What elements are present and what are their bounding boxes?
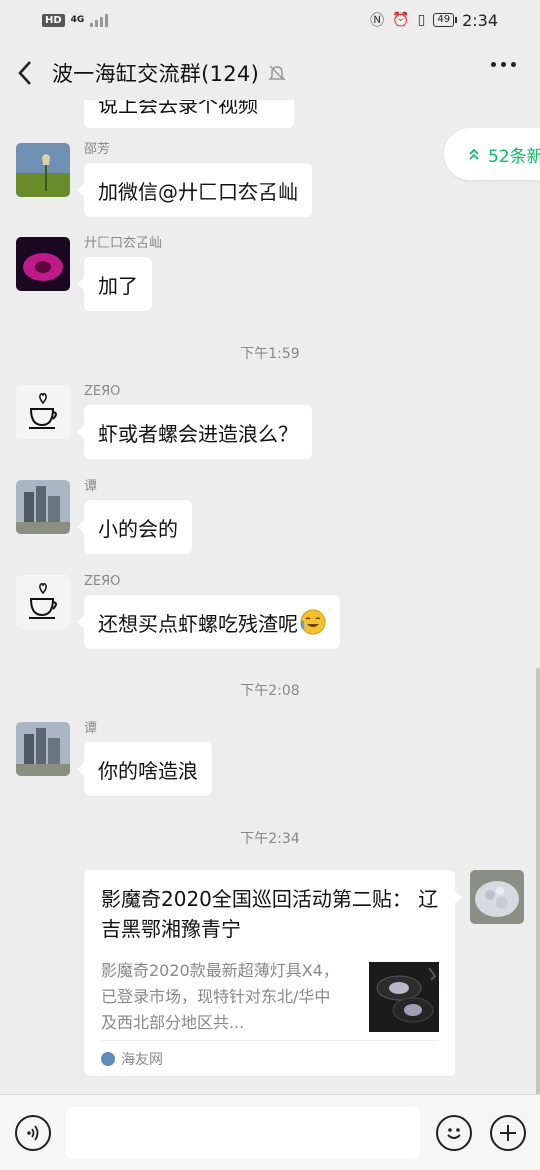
- battery-icon: 49: [433, 13, 457, 27]
- signal-icon: [90, 13, 109, 27]
- emoji-button[interactable]: [436, 1115, 472, 1151]
- message-text: 还想买点虾螺吃残渣呢: [98, 611, 298, 636]
- sender-name: 谭: [84, 721, 98, 736]
- chat-header: 波一海缸交流群(124): [0, 44, 540, 102]
- link-card-footer: 海友网: [101, 1040, 439, 1076]
- message-row: 谭 你的啥造浪: [16, 722, 212, 796]
- avatar[interactable]: [16, 237, 70, 291]
- back-icon: [18, 61, 31, 85]
- link-card[interactable]: 影魔奇2020全国巡回活动第二贴： 辽吉黑鄂湘豫青宁 影魔奇2020款最新超薄灯…: [84, 870, 462, 1076]
- message-bubble[interactable]: 你的啥造浪: [77, 742, 212, 796]
- partial-message-bubble[interactable]: 说上会去录个视频: [84, 100, 294, 128]
- sender-name: 廾匚口厺叾屾: [84, 236, 163, 251]
- emoji-icon: [447, 1128, 461, 1139]
- scrollbar[interactable]: [536, 668, 540, 1096]
- hd-icon: HD: [42, 13, 65, 27]
- chat-title: 波一海缸交流群(124): [52, 62, 260, 86]
- vibrate-icon: ▯: [417, 12, 426, 28]
- more-button[interactable]: [491, 62, 516, 67]
- message-bubble[interactable]: 还想买点虾螺吃残渣呢: [77, 595, 340, 649]
- message-row: ZEЯO 虾或者螺会进造浪么？: [16, 385, 312, 459]
- self-avatar[interactable]: [470, 870, 524, 924]
- source-logo-icon: [101, 1051, 115, 1066]
- back-button[interactable]: [0, 44, 52, 102]
- avatar[interactable]: [16, 722, 70, 776]
- message-bubble[interactable]: 加微信@廾匚口厺叾屾: [77, 163, 312, 217]
- link-card-source: 海友网: [121, 1051, 163, 1068]
- plus-icon: [500, 1125, 516, 1141]
- sender-name: ZEЯO: [84, 384, 121, 399]
- message-row: ZEЯO 还想买点虾螺吃残渣呢: [16, 575, 340, 649]
- timestamp: 下午2:34: [240, 831, 300, 847]
- voice-icon: [27, 1125, 39, 1141]
- network-type: 4G: [70, 15, 85, 25]
- avatar[interactable]: [16, 143, 70, 197]
- link-card-message: 影魔奇2020全国巡回活动第二贴： 辽吉黑鄂湘豫青宁 影魔奇2020款最新超薄灯…: [84, 870, 462, 1076]
- message-bubble[interactable]: 小的会的: [77, 500, 192, 554]
- partial-message-text: 说上会去录个视频: [98, 100, 258, 117]
- link-card-thumbnail: [369, 962, 439, 1032]
- message-row: 谭 小的会的: [16, 480, 192, 554]
- link-card-title: 影魔奇2020全国巡回活动第二贴： 辽吉黑鄂湘豫青宁: [101, 887, 439, 941]
- alarm-icon: ⏰: [392, 12, 410, 28]
- avatar[interactable]: [16, 480, 70, 534]
- status-right: Ⓝ ⏰ ▯ 49 2:34: [370, 10, 498, 30]
- crying-laughing-emoji-icon: [300, 609, 326, 635]
- link-card-description: 影魔奇2020款最新超薄灯具X4，已登录市场，现特针对东北/华中及西北部分地区共…: [101, 961, 339, 1032]
- avatar[interactable]: [16, 385, 70, 439]
- avatar[interactable]: [16, 575, 70, 629]
- sender-name: 邵芳: [84, 142, 111, 157]
- nfc-icon: Ⓝ: [370, 13, 385, 29]
- timestamp: 下午1:59: [240, 346, 300, 362]
- new-messages-button[interactable]: 52条新: [444, 128, 540, 180]
- mute-icon: [268, 65, 286, 81]
- message-row: 廾匚口厺叾屾 加了: [16, 237, 162, 311]
- message-row: 邵芳 加微信@廾匚口厺叾屾: [16, 143, 312, 217]
- sender-name: ZEЯO: [84, 574, 121, 589]
- double-chevron-up-icon: [469, 148, 479, 160]
- sender-name: 谭: [84, 479, 98, 494]
- message-bubble[interactable]: 虾或者螺会进造浪么？: [77, 405, 312, 459]
- plus-button[interactable]: [490, 1115, 526, 1151]
- status-left: HD 4G: [42, 13, 109, 27]
- timestamp: 下午2:08: [240, 683, 300, 699]
- status-bar: HD 4G Ⓝ ⏰ ▯ 49 2:34: [0, 0, 540, 40]
- message-bubble[interactable]: 加了: [77, 257, 152, 311]
- new-messages-label: 52条新: [488, 146, 540, 167]
- clock: 2:34: [462, 10, 498, 30]
- message-input[interactable]: [66, 1107, 420, 1159]
- input-bar: [0, 1094, 540, 1170]
- more-icon: [491, 62, 496, 67]
- voice-button[interactable]: [15, 1115, 51, 1151]
